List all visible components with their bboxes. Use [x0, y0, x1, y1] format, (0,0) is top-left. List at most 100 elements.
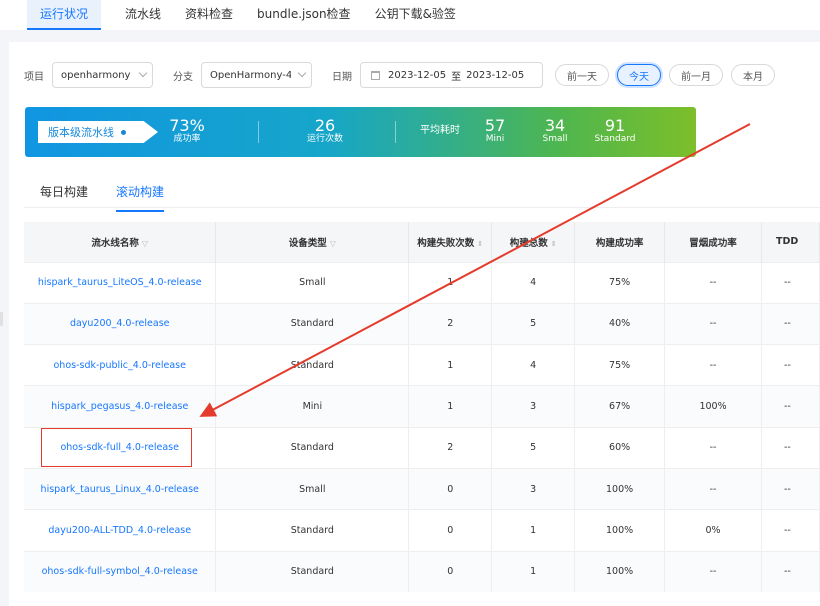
table-header-row: 流水线名称 ▽ 设备类型 ▽ 构建失败次数 ⇕ 构建总数 ⇕ 构建成功率 冒烟成功率 T… [24, 222, 820, 262]
table-row[interactable]: dayu200-ALL-TDD_4.0-release Standard 0 1 100… [24, 509, 820, 552]
table-row[interactable]: dayu200_4.0-release Standard 2 5 40% -- -- [24, 302, 820, 345]
table-row[interactable]: hispark_taurus_Linux_4.0-release Small 0 3 1… [24, 467, 820, 510]
filter-icon[interactable]: ▽ [330, 239, 336, 248]
table-row[interactable]: hispark_taurus_LiteOS_4.0-release Small 1 4… [24, 261, 820, 304]
tdd-cell: -- [761, 550, 820, 593]
header-label: 流水线名称 [91, 237, 139, 249]
pipeline-name-link[interactable]: dayu200-ALL-TDD_4.0-release [24, 509, 217, 552]
pipeline-name-link[interactable]: hispark_taurus_LiteOS_4.0-release [24, 261, 217, 304]
fail-count-cell: 1 [408, 261, 493, 304]
tab-doc-check[interactable]: 资料检查 [185, 0, 233, 30]
pipeline-name-link[interactable]: ohos-sdk-full-symbol_4.0-release [24, 550, 217, 593]
header-label: 构建总数 [509, 237, 548, 249]
app-root: 运行状况 流水线 资料检查 bundle.json检查 公钥下载&验签 项目 o… [0, 0, 820, 606]
pipeline-name-link[interactable]: dayu200_4.0-release [24, 302, 217, 345]
dot-icon [121, 129, 126, 135]
avg-time-label-text: 平均耗时 [420, 125, 460, 136]
tab-pubkey-download[interactable]: 公钥下载&验签 [375, 0, 456, 30]
success-rate-stat: 73% 成功率 [165, 118, 209, 145]
device-type-cell: Standard [215, 302, 410, 345]
col-build-success-rate: 构建成功率 [574, 222, 666, 262]
success-rate-label: 成功率 [173, 134, 201, 144]
sort-icon[interactable]: ⇕ [551, 240, 557, 248]
col-device-type[interactable]: 设备类型 ▽ [215, 222, 410, 262]
table-row[interactable]: ohos-sdk-full_4.0-release Standard 2 5 60% --… [24, 426, 820, 469]
header-label: 设备类型 [288, 237, 327, 249]
device-type-cell: Standard [215, 509, 410, 552]
summary-banner: 版本级流水线 73% 成功率 26 运行次数 平均耗时 57 Mini 34 S… [25, 107, 696, 157]
today-button[interactable]: 今天 [617, 64, 661, 86]
mini-value: 57 [484, 116, 506, 135]
table-row[interactable]: ohos-sdk-full-symbol_4.0-release Standard… [24, 550, 820, 593]
col-smoke-success-rate: 冒烟成功率 [664, 222, 762, 262]
build-success-rate-cell: 100% [574, 550, 666, 593]
tdd-cell: -- [761, 344, 820, 386]
pipeline-name-link[interactable]: hispark_taurus_Linux_4.0-release [24, 467, 217, 510]
smoke-success-rate-cell: -- [664, 344, 762, 386]
tdd-cell: -- [761, 385, 820, 428]
small-value: 34 [544, 116, 566, 135]
standard-label: Standard [594, 134, 636, 144]
branch-select[interactable]: OpenHarmony-4.0 [201, 62, 312, 88]
chevron-down-icon [138, 68, 148, 78]
total-builds-cell: 1 [491, 550, 576, 593]
pipeline-name-link[interactable]: ohos-sdk-public_4.0-release [24, 344, 217, 386]
col-fail-count[interactable]: 构建失败次数 ⇕ [408, 222, 493, 262]
col-total-builds[interactable]: 构建总数 ⇕ [491, 222, 576, 262]
project-select-value: openharmony [61, 69, 131, 81]
prev-month-button[interactable]: 前一月 [669, 64, 723, 86]
build-success-rate-cell: 75% [574, 261, 666, 304]
device-type-cell: Mini [215, 385, 410, 428]
tab-bundle-check[interactable]: bundle.json检查 [257, 0, 351, 30]
fail-count-cell: 0 [408, 467, 493, 510]
standard-stat: 91 Standard [592, 116, 638, 145]
device-type-cell: Standard [215, 426, 410, 469]
total-builds-cell: 4 [491, 261, 576, 304]
smoke-success-rate-cell: -- [664, 550, 762, 593]
tab-pipeline[interactable]: 流水线 [125, 0, 161, 30]
device-type-cell: Standard [215, 344, 410, 386]
build-success-rate-cell: 60% [574, 426, 666, 469]
standard-value: 91 [604, 116, 626, 135]
fail-count-cell: 2 [408, 302, 493, 345]
total-builds-cell: 4 [491, 344, 576, 386]
this-month-button[interactable]: 本月 [731, 64, 775, 86]
date-separator: 至 [451, 71, 462, 83]
pipeline-name-link[interactable]: hispark_pegasus_4.0-release [24, 385, 217, 428]
runs-value: 26 [314, 116, 336, 135]
pipeline-level-badge[interactable]: 版本级流水线 [38, 121, 158, 143]
smoke-success-rate-cell: 0% [664, 509, 762, 552]
smoke-success-rate-cell: -- [664, 467, 762, 510]
fail-count-cell: 0 [408, 550, 493, 593]
table-row[interactable]: ohos-sdk-public_4.0-release Standard 1 4 75%… [24, 344, 820, 386]
filter-icon[interactable]: ▽ [142, 239, 148, 248]
calendar-icon [371, 70, 380, 80]
left-edge-handle [0, 312, 3, 326]
project-label: 项目 [24, 71, 44, 83]
fail-count-cell: 1 [408, 385, 493, 428]
col-pipeline-name[interactable]: 流水线名称 ▽ [24, 222, 217, 262]
smoke-success-rate-cell: -- [664, 261, 762, 304]
mini-label: Mini [485, 134, 505, 144]
date-start: 2023-12-05 [388, 69, 447, 81]
date-range-picker[interactable]: 2023-12-05 至 2023-12-05 [360, 62, 543, 88]
tdd-cell: -- [761, 302, 820, 345]
table-row[interactable]: hispark_pegasus_4.0-release Mini 1 3 67% 100%… [24, 385, 820, 428]
build-success-rate-cell: 100% [574, 467, 666, 510]
date-label: 日期 [332, 71, 352, 83]
total-builds-cell: 5 [491, 302, 576, 345]
project-select[interactable]: openharmony [52, 62, 153, 88]
pipeline-name-link[interactable]: ohos-sdk-full_4.0-release [24, 426, 217, 469]
badge-label: 版本级流水线 [48, 126, 114, 139]
chevron-down-icon [297, 68, 307, 78]
build-success-rate-cell: 67% [574, 385, 666, 428]
prev-day-button[interactable]: 前一天 [555, 64, 609, 86]
tdd-cell: -- [761, 261, 820, 304]
tab-run-status[interactable]: 运行状况 [27, 0, 102, 30]
sort-icon[interactable]: ⇕ [477, 240, 483, 248]
divider [395, 121, 396, 143]
divider [24, 207, 820, 208]
tdd-cell: -- [761, 426, 820, 469]
fail-count-cell: 0 [408, 509, 493, 552]
build-success-rate-cell: 100% [574, 509, 666, 552]
